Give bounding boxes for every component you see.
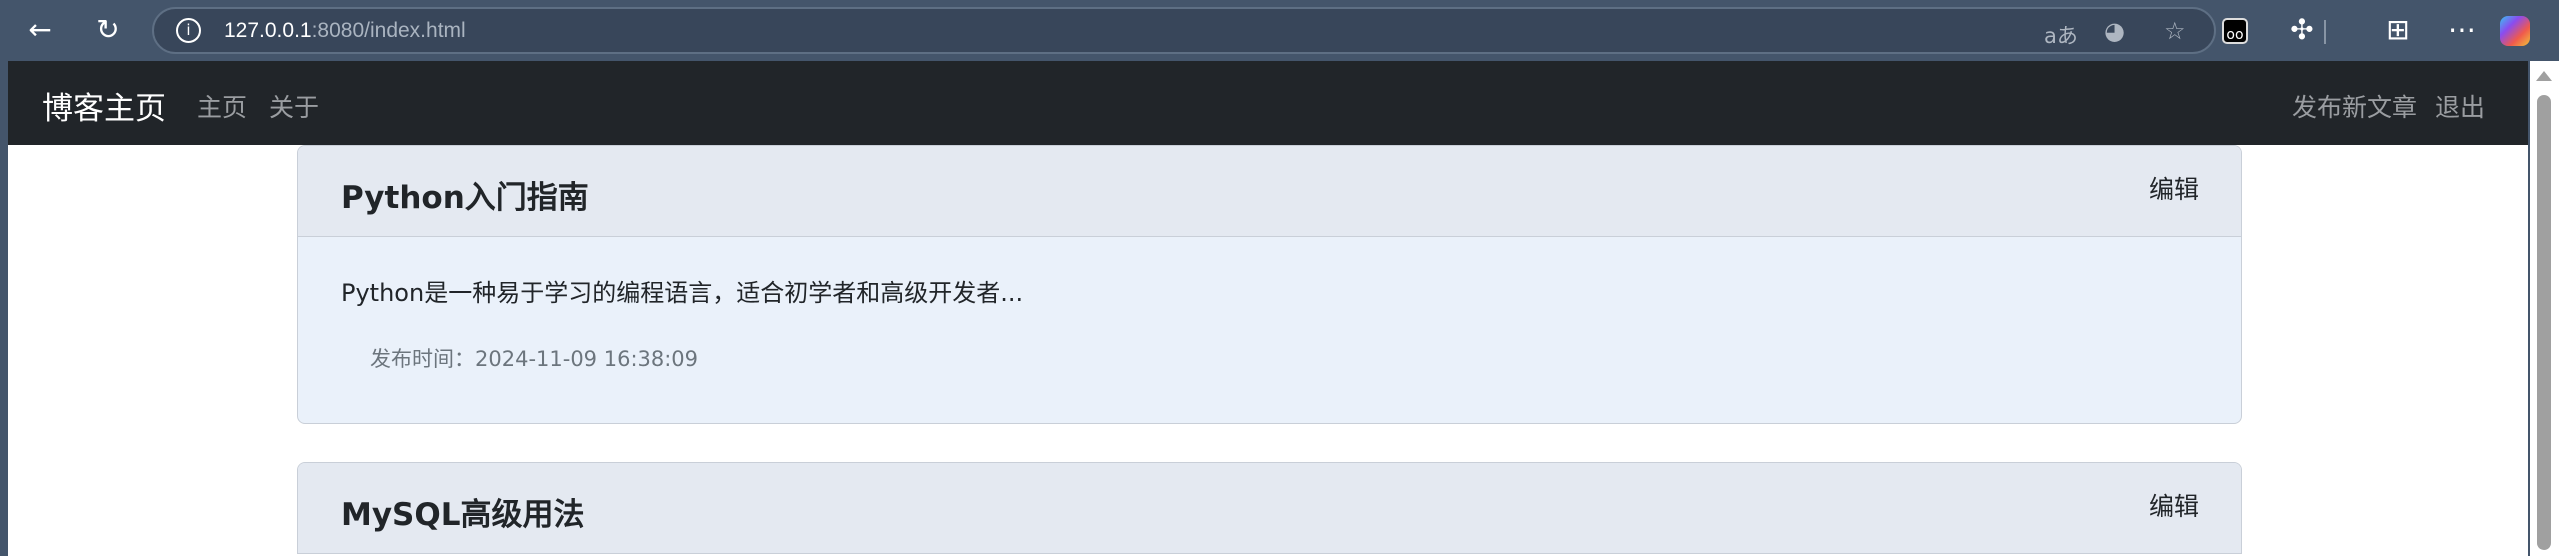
collections-icon[interactable]: ⊞ xyxy=(2382,14,2414,46)
post-title: MySQL高级用法 xyxy=(341,497,585,533)
nav-link-home[interactable]: 主页 xyxy=(197,88,247,124)
post-card: MySQL高级用法 编辑 xyxy=(297,462,2242,554)
browser-toolbar: ← ↻ i 127.0.0.1:8080/index.html aあ ◕ ☆ o… xyxy=(0,0,2559,61)
favorite-star-icon[interactable]: ☆ xyxy=(2164,17,2186,45)
nav-link-about[interactable]: 关于 xyxy=(269,88,319,124)
card-header: Python入门指南 编辑 xyxy=(298,146,2241,237)
nav-link-new-post[interactable]: 发布新文章 xyxy=(2292,88,2417,124)
scrollbar[interactable] xyxy=(2530,61,2559,556)
edit-link[interactable]: 编辑 xyxy=(2149,170,2199,206)
reload-icon[interactable]: ↻ xyxy=(92,14,124,46)
copilot-icon[interactable] xyxy=(2500,16,2530,46)
extension-icon[interactable]: oo xyxy=(2222,18,2248,44)
card-header: MySQL高级用法 编辑 xyxy=(298,463,2241,554)
post-time: 发布时间：2024-11-09 16:38:09 xyxy=(370,347,699,371)
scroll-up-arrow-icon[interactable] xyxy=(2536,71,2552,81)
read-aloud-icon[interactable]: aあ xyxy=(2044,20,2078,50)
address-bar[interactable]: i 127.0.0.1:8080/index.html aあ ◕ ☆ xyxy=(152,7,2216,54)
edge-icon[interactable]: ◕ xyxy=(2104,17,2125,45)
url-text: 127.0.0.1:8080/index.html xyxy=(224,19,466,42)
navbar: 博客主页 主页 关于 发布新文章 退出 xyxy=(8,61,2528,145)
site-info-icon[interactable]: i xyxy=(176,18,201,43)
scrollbar-thumb[interactable] xyxy=(2537,95,2551,550)
nav-link-logout[interactable]: 退出 xyxy=(2435,88,2485,124)
toolbar-divider xyxy=(2324,20,2326,44)
more-icon[interactable]: ⋯ xyxy=(2446,14,2478,46)
back-icon[interactable]: ← xyxy=(24,14,56,46)
extensions-puzzle-icon[interactable]: ✣ xyxy=(2286,14,2318,46)
brand-link[interactable]: 博客主页 xyxy=(42,83,166,128)
post-title: Python入门指南 xyxy=(341,180,589,216)
post-summary: Python是一种易于学习的编程语言，适合初学者和高级开发者... xyxy=(341,279,1024,307)
page: 博客主页 主页 关于 发布新文章 退出 Python入门指南 编辑 Python… xyxy=(8,61,2528,556)
post-card: Python入门指南 编辑 Python是一种易于学习的编程语言，适合初学者和高… xyxy=(297,145,2242,424)
edit-link[interactable]: 编辑 xyxy=(2149,487,2199,523)
card-body: Python是一种易于学习的编程语言，适合初学者和高级开发者... 发布时间：2… xyxy=(298,237,2241,423)
